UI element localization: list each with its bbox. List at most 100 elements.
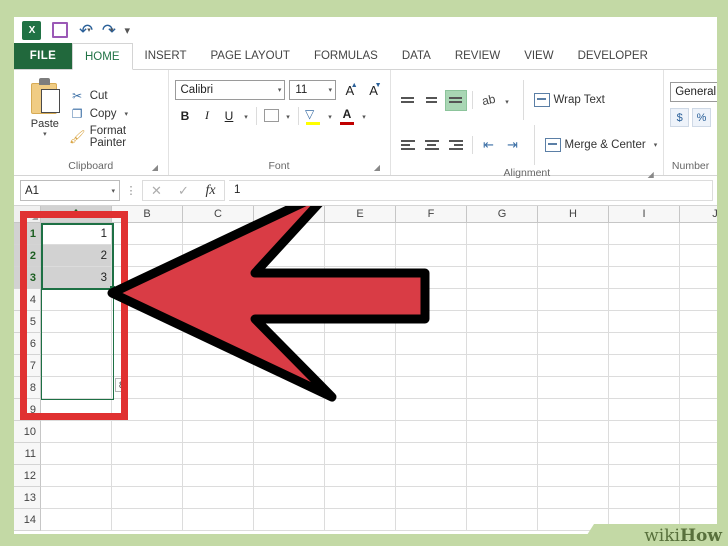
cell-a9[interactable] bbox=[41, 399, 112, 421]
cell-b2[interactable] bbox=[112, 245, 183, 267]
cell-b11[interactable] bbox=[112, 443, 183, 465]
paste-button[interactable]: Paste ▾ bbox=[20, 74, 70, 158]
fill-color-chevron-down-icon[interactable]: ▾ bbox=[325, 105, 336, 126]
cell-i7[interactable] bbox=[609, 355, 680, 377]
format-painter-button[interactable]: 🖌 Format Painter bbox=[69, 125, 162, 149]
borders-button[interactable] bbox=[261, 105, 282, 126]
cell-c3[interactable] bbox=[183, 267, 254, 289]
align-right-button[interactable] bbox=[445, 135, 467, 156]
insert-function-icon[interactable]: fx bbox=[197, 181, 224, 200]
cell-i2[interactable] bbox=[609, 245, 680, 267]
tab-review[interactable]: REVIEW bbox=[443, 43, 512, 69]
font-name-chevron-down-icon[interactable]: ▾ bbox=[278, 86, 282, 94]
bold-button[interactable]: B bbox=[175, 105, 196, 126]
cell-d1[interactable] bbox=[254, 223, 325, 245]
row-header-11[interactable]: 11 bbox=[14, 443, 41, 465]
tab-developer[interactable]: DEVELOPER bbox=[566, 43, 660, 69]
column-header-e[interactable]: E bbox=[325, 206, 396, 223]
cell-b5[interactable] bbox=[112, 311, 183, 333]
row-header-1[interactable]: 1 bbox=[14, 223, 41, 245]
font-name-combo[interactable]: Calibri ▾ bbox=[174, 80, 286, 100]
decrease-indent-button[interactable]: ⇤ bbox=[478, 135, 500, 156]
cell-f2[interactable] bbox=[396, 245, 467, 267]
cell-h11[interactable] bbox=[538, 443, 609, 465]
align-center-button[interactable] bbox=[421, 135, 443, 156]
currency-format-button[interactable]: $ bbox=[670, 108, 690, 127]
cell-d8[interactable] bbox=[254, 377, 325, 399]
row-header-9[interactable]: 9 bbox=[14, 399, 41, 421]
cell-a1[interactable]: 1 bbox=[41, 223, 112, 245]
cell-j3[interactable] bbox=[680, 267, 717, 289]
confirm-icon[interactable]: ✓ bbox=[170, 181, 197, 200]
tab-page-layout[interactable]: PAGE LAYOUT bbox=[198, 43, 301, 69]
underline-button[interactable]: U bbox=[219, 105, 240, 126]
cell-i9[interactable] bbox=[609, 399, 680, 421]
cell-a3[interactable]: 3 bbox=[41, 267, 112, 289]
cell-f7[interactable] bbox=[396, 355, 467, 377]
paste-chevron-down-icon[interactable]: ▾ bbox=[43, 130, 47, 138]
cell-h10[interactable] bbox=[538, 421, 609, 443]
customize-qat-icon[interactable]: ▾ bbox=[125, 24, 131, 37]
cell-d13[interactable] bbox=[254, 487, 325, 509]
number-format-combo[interactable]: General bbox=[670, 82, 717, 102]
cell-a2[interactable]: 2 bbox=[41, 245, 112, 267]
cell-e10[interactable] bbox=[325, 421, 396, 443]
column-header-h[interactable]: H bbox=[538, 206, 609, 223]
cell-g14[interactable] bbox=[467, 509, 538, 531]
cell-j10[interactable] bbox=[680, 421, 717, 443]
row-header-8[interactable]: 8 bbox=[14, 377, 41, 399]
cell-h2[interactable] bbox=[538, 245, 609, 267]
cell-j4[interactable] bbox=[680, 289, 717, 311]
cell-a4[interactable] bbox=[41, 289, 112, 311]
cell-c11[interactable] bbox=[183, 443, 254, 465]
wrap-text-button[interactable]: Wrap Text bbox=[533, 93, 605, 107]
row-header-5[interactable]: 5 bbox=[14, 311, 41, 333]
cell-d12[interactable] bbox=[254, 465, 325, 487]
cell-j11[interactable] bbox=[680, 443, 717, 465]
column-header-i[interactable]: I bbox=[609, 206, 680, 223]
cell-i1[interactable] bbox=[609, 223, 680, 245]
borders-chevron-down-icon[interactable]: ▾ bbox=[283, 105, 294, 126]
name-box-chevron-down-icon[interactable]: ▾ bbox=[111, 187, 115, 195]
cell-g7[interactable] bbox=[467, 355, 538, 377]
cell-i5[interactable] bbox=[609, 311, 680, 333]
cell-e14[interactable] bbox=[325, 509, 396, 531]
decrease-font-size-button[interactable]: A ▼ bbox=[364, 80, 384, 100]
align-bottom-button[interactable] bbox=[444, 89, 467, 111]
cell-d3[interactable] bbox=[254, 267, 325, 289]
cell-g8[interactable] bbox=[467, 377, 538, 399]
cell-e12[interactable] bbox=[325, 465, 396, 487]
cell-e9[interactable] bbox=[325, 399, 396, 421]
select-all-corner-button[interactable] bbox=[14, 206, 41, 223]
row-header-10[interactable]: 10 bbox=[14, 421, 41, 443]
row-header-14[interactable]: 14 bbox=[14, 509, 41, 531]
cell-i3[interactable] bbox=[609, 267, 680, 289]
cell-j6[interactable] bbox=[680, 333, 717, 355]
cell-g1[interactable] bbox=[467, 223, 538, 245]
cell-e7[interactable] bbox=[325, 355, 396, 377]
cell-j13[interactable] bbox=[680, 487, 717, 509]
cell-d7[interactable] bbox=[254, 355, 325, 377]
cell-c9[interactable] bbox=[183, 399, 254, 421]
cell-i6[interactable] bbox=[609, 333, 680, 355]
cell-g6[interactable] bbox=[467, 333, 538, 355]
cell-d2[interactable] bbox=[254, 245, 325, 267]
cell-h6[interactable] bbox=[538, 333, 609, 355]
clipboard-dialog-launcher-icon[interactable]: ◢ bbox=[151, 163, 160, 172]
cell-c4[interactable] bbox=[183, 289, 254, 311]
undo-chevron-down-icon[interactable]: ▾ bbox=[87, 26, 91, 34]
orientation-button[interactable]: ab bbox=[478, 90, 500, 111]
cell-g12[interactable] bbox=[467, 465, 538, 487]
cell-f12[interactable] bbox=[396, 465, 467, 487]
cell-f5[interactable] bbox=[396, 311, 467, 333]
align-middle-button[interactable] bbox=[421, 90, 443, 111]
tab-view[interactable]: VIEW bbox=[512, 43, 565, 69]
fill-color-button[interactable]: ▽ bbox=[303, 105, 324, 126]
orientation-chevron-down-icon[interactable]: ▾ bbox=[502, 90, 513, 111]
font-size-chevron-down-icon[interactable]: ▾ bbox=[328, 86, 332, 94]
cell-f8[interactable] bbox=[396, 377, 467, 399]
cell-d6[interactable] bbox=[254, 333, 325, 355]
cell-h13[interactable] bbox=[538, 487, 609, 509]
row-header-6[interactable]: 6 bbox=[14, 333, 41, 355]
font-size-combo[interactable]: 11 ▾ bbox=[289, 80, 336, 100]
